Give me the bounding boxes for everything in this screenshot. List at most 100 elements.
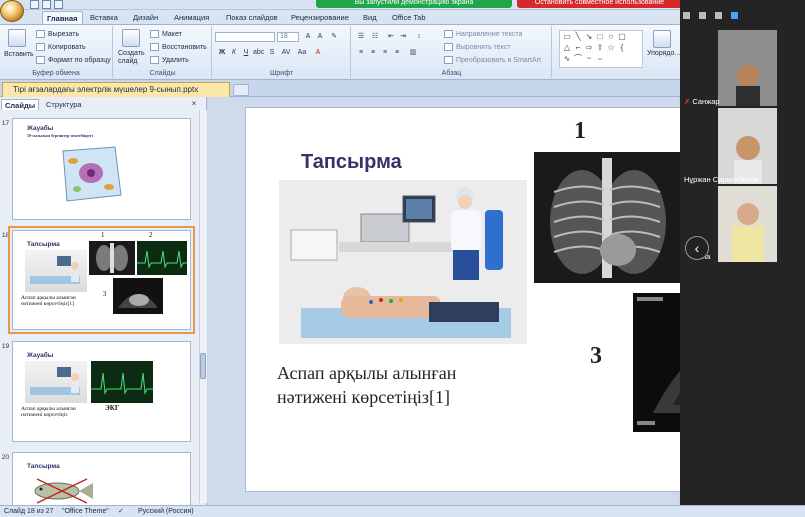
gallery-icon[interactable] — [731, 12, 738, 19]
shape-rect[interactable]: ▭ — [562, 32, 572, 41]
slide-instruction-line-1[interactable]: Аспап арқылы алынған — [277, 361, 456, 385]
tab-animation[interactable]: Анимация — [170, 11, 213, 24]
participant-video-3[interactable] — [718, 186, 777, 262]
tab-slideshow[interactable]: Показ слайдов — [222, 11, 282, 24]
reset-button[interactable]: Восстановить — [150, 43, 207, 51]
underline-button[interactable]: Ч — [241, 48, 251, 57]
change-case-button[interactable]: Aa — [297, 48, 307, 57]
shape-rect2[interactable]: □ — [595, 32, 605, 41]
shape-curve[interactable]: ∿ — [562, 54, 572, 63]
status-bar: Слайд 18 из 27 "Office Theme" ✓ Русский … — [0, 505, 805, 517]
delete-slide-button[interactable]: Удалить — [150, 56, 189, 64]
align-right-button[interactable]: ≡ — [380, 48, 390, 57]
slide-instruction-line-2[interactable]: нәтижені көрсетіңіз[1] — [277, 385, 450, 409]
tab-outline[interactable]: Структура — [43, 99, 85, 110]
tab-design[interactable]: Дизайн — [129, 11, 162, 24]
image-label-1[interactable]: 1 — [574, 118, 586, 145]
panel-scrollbar[interactable] — [199, 110, 207, 503]
window-icon[interactable] — [699, 12, 706, 19]
shape-brace[interactable]: { — [617, 43, 627, 52]
undo-icon[interactable] — [42, 0, 51, 9]
image-label-3[interactable]: 3 — [590, 343, 602, 370]
text-direction-button[interactable]: Направление текста — [444, 30, 522, 38]
shape-line[interactable]: ╲ — [573, 32, 583, 41]
paste-button[interactable]: Вставить — [4, 51, 34, 58]
grid-icon[interactable] — [715, 12, 722, 19]
font-name-input[interactable] — [215, 32, 275, 42]
copy-button[interactable]: Копировать — [36, 43, 86, 51]
tab-view[interactable]: Вид — [359, 11, 381, 24]
format-painter-button[interactable]: Формат по образцу — [36, 56, 111, 64]
columns-button[interactable]: ▥ — [408, 48, 418, 57]
thumb-label-3: 3 — [103, 290, 107, 298]
tab-review[interactable]: Рецензирование — [287, 11, 353, 24]
shape-curve2[interactable]: ⌣ — [595, 54, 605, 63]
italic-button[interactable]: К — [229, 48, 239, 57]
shape-right-arrow[interactable]: ⇨ — [584, 43, 594, 52]
new-tab-button[interactable] — [233, 84, 249, 96]
language[interactable]: Русский (Россия) — [138, 506, 194, 517]
shape-triangle[interactable]: △ — [562, 43, 572, 52]
minimize-icon[interactable] — [683, 12, 690, 19]
stop-share-button[interactable]: Остановить совместное использование — [517, 0, 682, 8]
shape-arrow[interactable]: ↘ — [584, 32, 594, 41]
tab-office-tab[interactable]: Office Tab — [388, 11, 430, 24]
new-slide-button[interactable]: Создать слайд — [118, 50, 148, 66]
shape-corner[interactable]: ⌐ — [573, 43, 583, 52]
tab-slides[interactable]: Слайды — [1, 99, 40, 110]
slide-thumbnail-18[interactable]: Тапсырма 1 2 3 Аспап арқылы алынған нәти… — [8, 226, 195, 334]
chevron-left-icon[interactable]: ‹ — [685, 236, 709, 260]
thumb-caption: Аспап арқылы алынған нәтижені көрсетіңіз… — [21, 295, 76, 307]
shape-up-arrow[interactable]: ⇧ — [595, 43, 605, 52]
redo-icon[interactable] — [54, 0, 63, 9]
decrease-indent-button[interactable]: ⇤ — [386, 32, 396, 41]
increase-indent-button[interactable]: ⇥ — [398, 32, 408, 41]
strikethrough-button[interactable]: abc — [253, 48, 264, 57]
participant-name-2: Нұржан Сарқытбеков — [684, 175, 759, 184]
participant-video-1[interactable] — [718, 30, 777, 106]
slide-thumbnail-17[interactable]: Жауабы 10-сызылым бергіштер мектебіндегі — [12, 118, 191, 220]
cut-button[interactable]: Вырезать — [36, 30, 79, 38]
clear-format-button[interactable]: ✎ — [329, 32, 339, 41]
align-center-button[interactable]: ≡ — [368, 48, 378, 57]
spellcheck-icon[interactable]: ✓ — [118, 506, 124, 517]
thumb-label-1: 1 — [101, 231, 105, 239]
save-icon[interactable] — [30, 0, 39, 9]
shrink-font-button[interactable]: A — [315, 32, 325, 41]
group-slides: Создать слайд Макет Восстановить Удалить… — [114, 26, 212, 78]
align-left-button[interactable]: ≡ — [356, 48, 366, 57]
font-color-button[interactable]: A — [313, 48, 323, 57]
tab-home[interactable]: Главная — [42, 11, 83, 24]
smartart-button[interactable]: Преобразовать в SmartArt — [444, 56, 541, 64]
spacing-button[interactable]: AV — [281, 48, 291, 57]
shapes-gallery[interactable]: ▭ ╲ ↘ □ ○ ▢ △ ⌐ ⇨ ⇧ ☆ { ∿ ⌒ ~ ⌣ — [559, 30, 643, 68]
bullets-button[interactable]: ☰ — [356, 32, 366, 41]
shadow-button[interactable]: S — [267, 48, 277, 57]
slide-title[interactable]: Тапсырма — [301, 151, 402, 174]
participant-video-2[interactable] — [718, 108, 777, 184]
shape-arc[interactable]: ⌒ — [573, 54, 583, 63]
layout-button[interactable]: Макет — [150, 30, 182, 38]
bold-button[interactable]: Ж — [217, 48, 227, 57]
slide-thumbnail-19[interactable]: Жауабы Аспап арқылы алынған нәтижені көр… — [12, 341, 191, 442]
close-icon[interactable]: × — [189, 99, 199, 109]
numbering-button[interactable]: ☷ — [370, 32, 380, 41]
font-size-input[interactable]: 18 — [277, 32, 299, 42]
tab-insert[interactable]: Вставка — [86, 11, 122, 24]
shape-rounded[interactable]: ▢ — [617, 32, 627, 41]
office-button[interactable] — [0, 0, 24, 22]
arrange-button[interactable]: Упорядо... — [647, 50, 680, 57]
justify-button[interactable]: ≡ — [392, 48, 402, 57]
document-tab[interactable]: Тірі ағзалардағы электрлік мүшелер 9-сын… — [2, 82, 230, 97]
line-spacing-button[interactable]: ↕ — [414, 32, 424, 41]
ecg-room-photo[interactable] — [279, 180, 527, 344]
slide-thumbnail-20[interactable]: Тапсырма — [12, 452, 191, 505]
chest-xray-image[interactable] — [534, 152, 680, 283]
shape-oval[interactable]: ○ — [606, 32, 616, 41]
align-text-button[interactable]: Выровнять текст — [444, 43, 511, 51]
ecg-room-thumb-image — [25, 361, 87, 403]
grow-font-button[interactable]: A — [303, 32, 313, 41]
panel-scroll-thumb[interactable] — [200, 353, 206, 379]
shape-wave[interactable]: ~ — [584, 54, 594, 63]
shape-star[interactable]: ☆ — [606, 43, 616, 52]
